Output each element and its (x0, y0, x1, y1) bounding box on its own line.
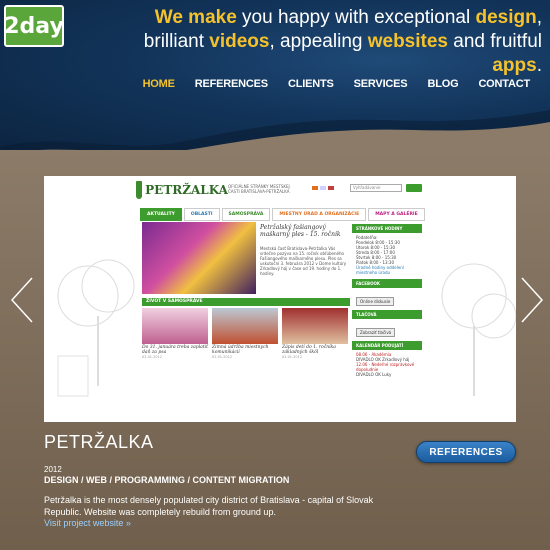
tagline-segment: design (475, 7, 537, 28)
sidebar-text: Podateľňa: Pondelok 8:00 - 15:30 Utorok … (352, 233, 422, 277)
tab-samosprava[interactable]: SAMOSPRÁVA (221, 208, 271, 221)
project-description: Petržalka is the most densely populated … (44, 495, 374, 517)
nav-contact[interactable]: CONTACT (468, 78, 540, 90)
tab-oblasti[interactable]: OBLASTI (183, 208, 220, 221)
tagline-segment: and fruitful (448, 31, 542, 52)
hours-line[interactable]: Úradné hodiny oddelení miestneho úradu (356, 265, 418, 275)
tagline-segment: websites (367, 31, 448, 52)
feature-title[interactable]: Petržalský fašiangový maškarný ples - 15… (260, 224, 352, 238)
calendar-item: DIVADLO OK Luky (356, 372, 392, 377)
project-tags: DESIGN / WEB / PROGRAMMING / CONTENT MIG… (44, 475, 290, 485)
site-logo[interactable]: PETRŽALKA (136, 178, 228, 202)
news-title: Do 31. januára treba zaplatiť daň za psa (142, 345, 208, 355)
calendar-item[interactable]: 12.06 - Nedeľné rozprávkové dopoludnie (356, 362, 418, 372)
project-year: 2012 (44, 465, 62, 474)
site-name: PETRŽALKA (145, 183, 228, 197)
news-date: 02.01.2012 (212, 355, 233, 359)
nav-clients[interactable]: CLIENTS (278, 78, 344, 90)
flag-icon[interactable] (312, 186, 318, 190)
sidebar-heading: STRÁNKOVÉ HODINY (352, 224, 422, 233)
sidebar-heading: FACEBOOK (352, 279, 422, 288)
news-image (142, 308, 208, 344)
tree-decoration (441, 263, 516, 396)
tab-miestny-urad[interactable]: MIESTNY ÚRAD A ORGANIZÁCIE (272, 208, 367, 221)
nav-blog[interactable]: BLOG (417, 78, 468, 90)
news-image (282, 308, 348, 344)
news-card[interactable]: Zápis detí do 1. ročníka základných škôl… (282, 308, 348, 359)
project-website-link[interactable]: Visit project website » (44, 518, 131, 528)
feature-photo[interactable] (142, 222, 256, 294)
chevron-right-icon[interactable] (520, 276, 544, 324)
news-card[interactable]: Zimná údržba miestnych komunikácií 02.01… (212, 308, 278, 359)
header: 2day We make you happy with exceptional … (0, 0, 550, 172)
crest-icon (136, 181, 143, 199)
sidebar-heading: KALENDÁR PODUJATÍ (352, 341, 422, 350)
nav-references[interactable]: REFERENCES (185, 78, 278, 90)
news-grid: Do 31. januára treba zaplatiť daň za psa… (142, 308, 350, 359)
facebook-button[interactable]: Online diskusie (356, 297, 395, 306)
news-card[interactable]: Do 31. januára treba zaplatiť daň za psa… (142, 308, 208, 359)
tagline: We make you happy with exceptional desig… (122, 6, 542, 78)
site-sidebar: STRÁNKOVÉ HODINY Podateľňa: Pondelok 8:0… (352, 222, 422, 418)
tagline-segment: We make (154, 7, 237, 28)
feature-text: Mestská časť Bratislava-Petržalka Vás sr… (260, 246, 347, 276)
nav-home[interactable]: HOME (133, 78, 185, 90)
tab-aktuality[interactable]: AKTUALITY (140, 208, 182, 221)
news-image (212, 308, 278, 344)
news-date: 02.01.2012 (142, 355, 163, 359)
logo[interactable]: 2day (4, 5, 64, 47)
calendar-list: 08.06 - Akadémia DIVADLO OK Zrkadlový há… (352, 350, 422, 379)
nav-services[interactable]: SERVICES (344, 78, 418, 90)
tagline-segment: you happy with exceptional (236, 7, 476, 28)
news-date: 02.01.2012 (282, 355, 303, 359)
project-screenshot[interactable]: PETRŽALKA OFICIÁLNE STRÁNKY MESTSKEJ ČAS… (44, 176, 516, 422)
sidebar-heading: TLAČOVÁ (352, 310, 422, 319)
flag-icon[interactable] (320, 186, 326, 190)
references-button[interactable]: REFERENCES (416, 441, 516, 463)
search-input[interactable]: Vyhľadávanie (350, 184, 402, 192)
news-title: Zimná údržba miestnych komunikácií (212, 345, 269, 355)
tagline-segment: , appealing (269, 31, 368, 52)
language-flags (312, 186, 334, 190)
forms-button[interactable]: Zobraziť tlačivá (356, 328, 396, 337)
site-subtitle: OFICIÁLNE STRÁNKY MESTSKEJ ČASTI BRATISL… (228, 184, 290, 194)
tab-mapy[interactable]: MAPY A GALÉRIE (368, 208, 425, 221)
tagline-segment: apps (492, 55, 537, 76)
feature-block: Petržalský fašiangový maškarný ples - 15… (142, 222, 350, 294)
chevron-left-icon[interactable] (10, 276, 34, 324)
flag-icon[interactable] (328, 186, 334, 190)
main-nav: HOME REFERENCES CLIENTS SERVICES BLOG CO… (133, 78, 540, 90)
tagline-segment: . (536, 55, 542, 76)
tagline-segment: videos (209, 31, 270, 52)
news-title: Zápis detí do 1. ročníka základných škôl (282, 345, 336, 355)
section-title: ŽIVOT V SAMOSPRÁVE (142, 298, 350, 306)
site-tabs: AKTUALITY OBLASTI SAMOSPRÁVA MIESTNY ÚRA… (140, 208, 425, 221)
search-button[interactable] (406, 184, 422, 192)
project-title: PETRŽALKA (44, 432, 154, 452)
tree-decoration (57, 259, 135, 397)
